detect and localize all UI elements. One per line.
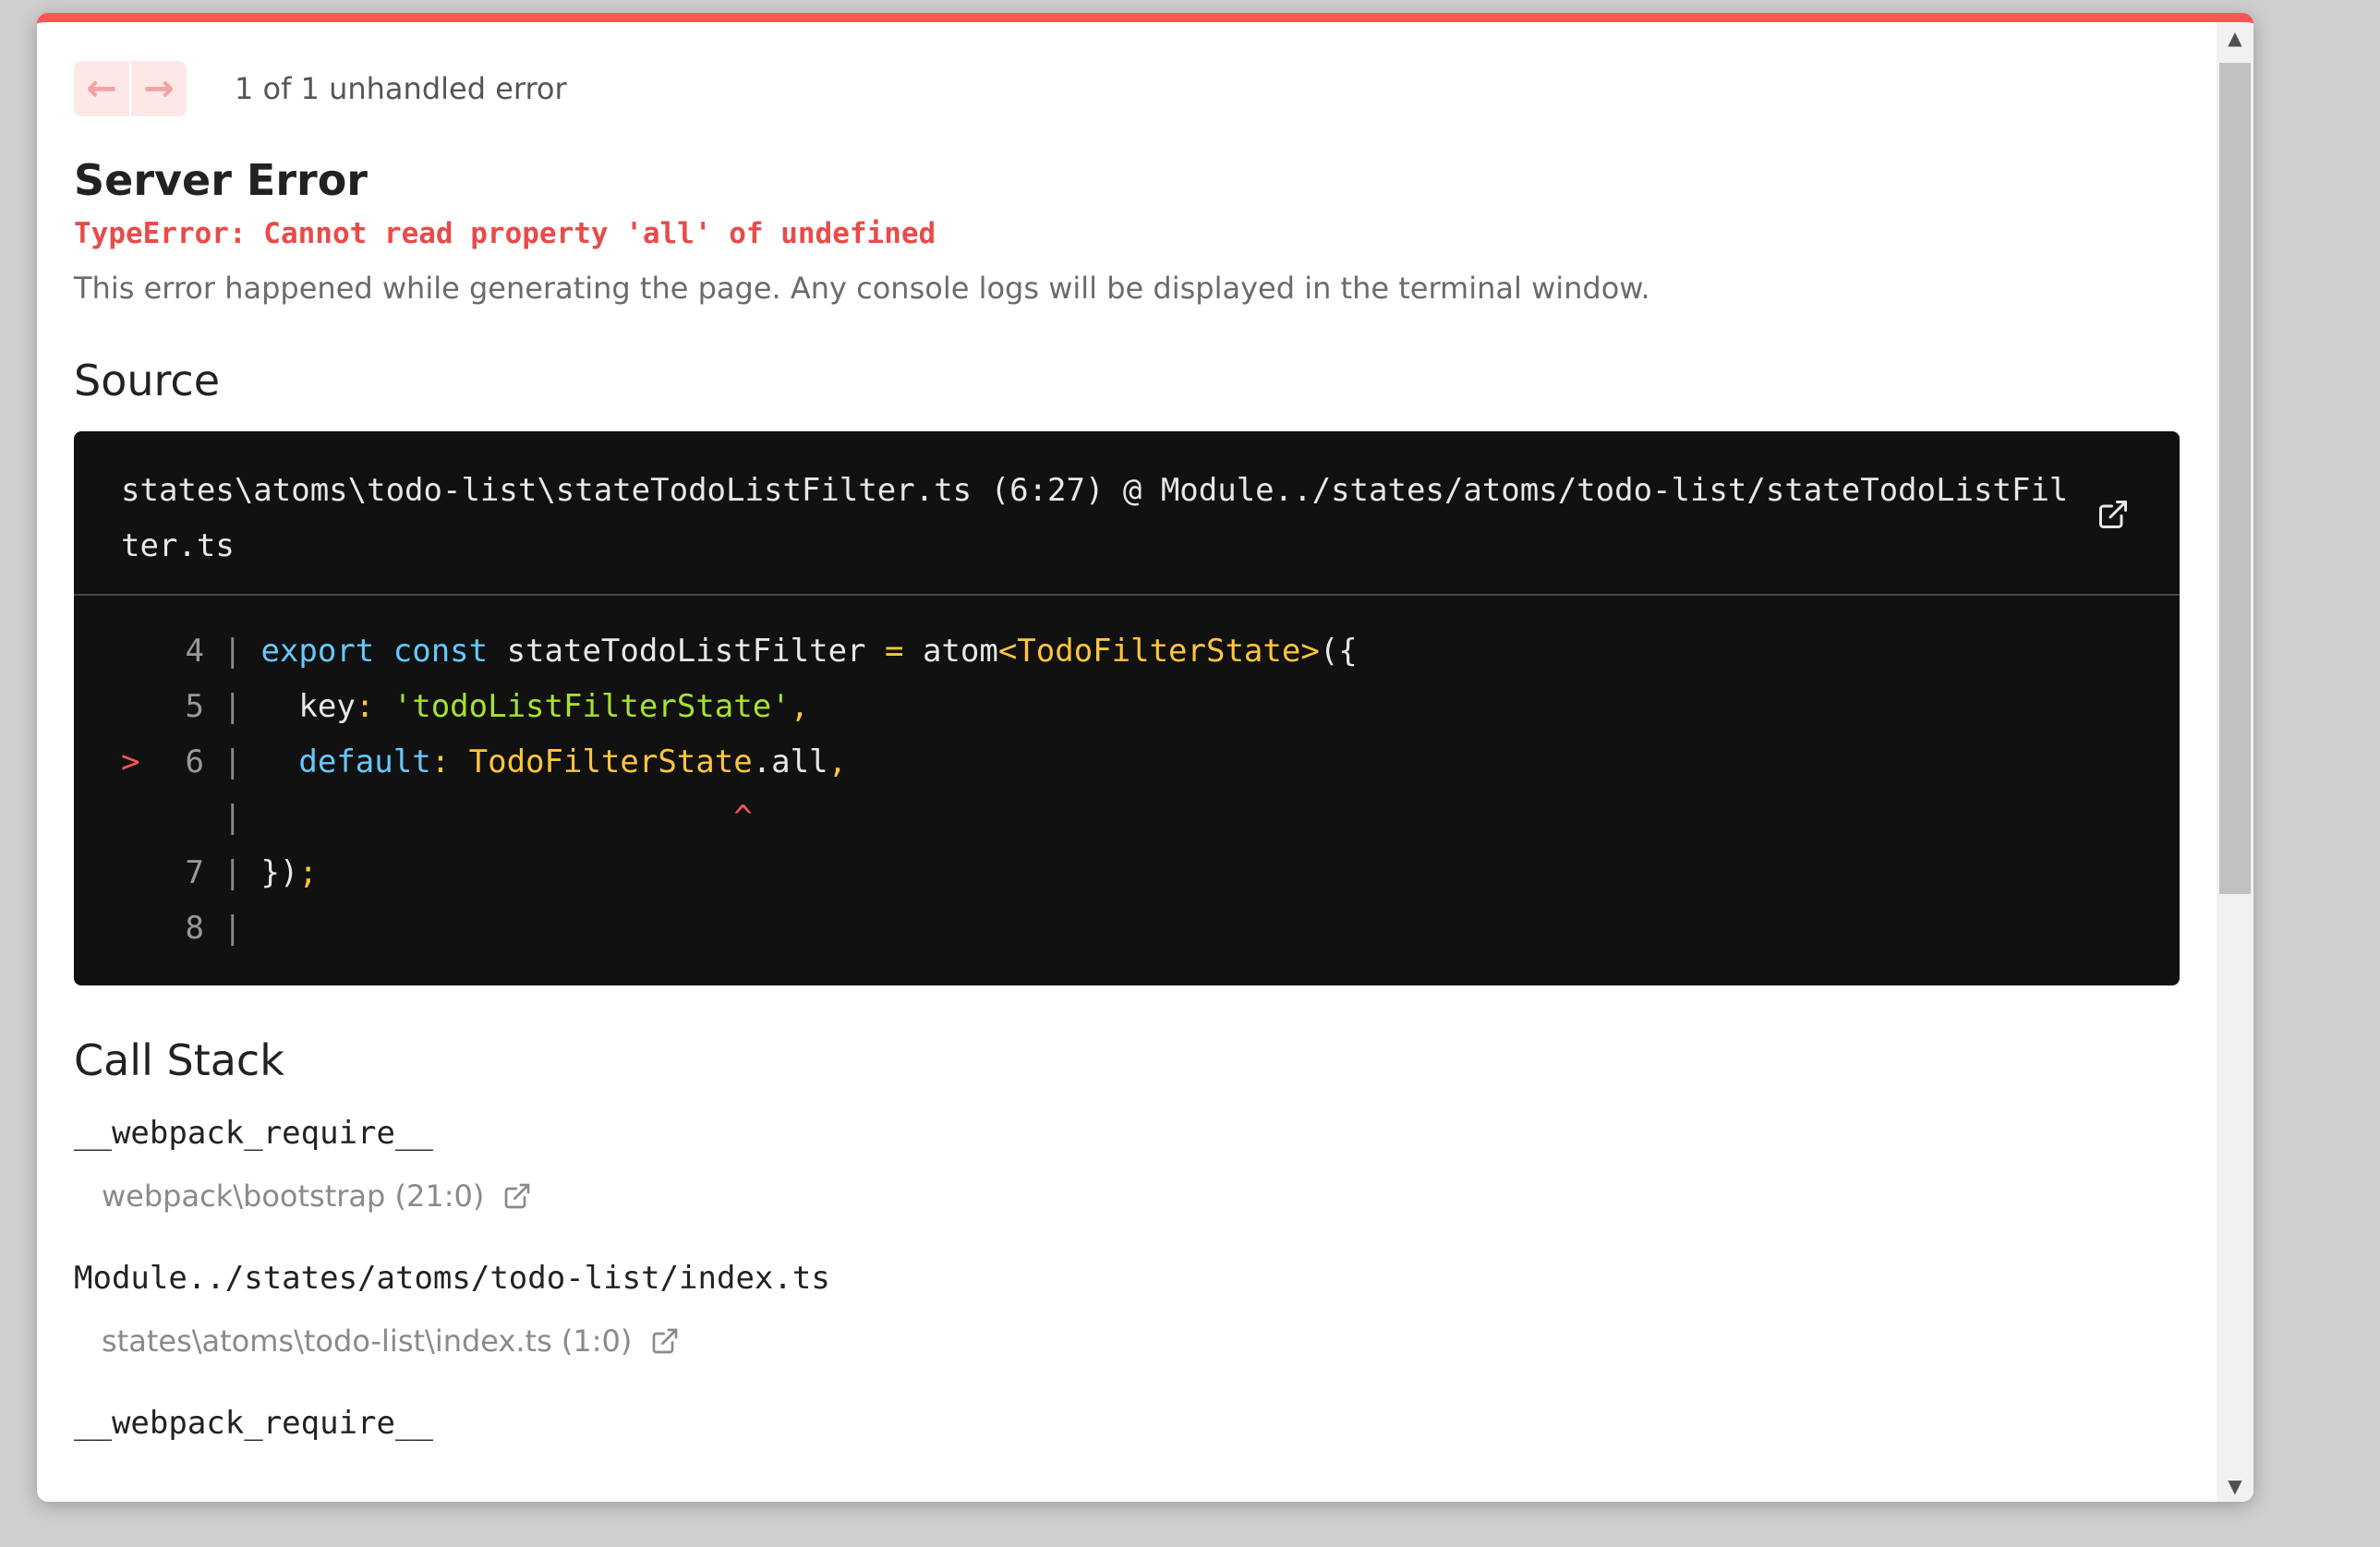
- error-title: Server Error: [74, 155, 368, 205]
- stack-frame-function: Module../states/atoms/todo-list/index.ts: [74, 1260, 830, 1298]
- error-pagination: ← → 1 of 1 unhandled error: [74, 61, 2180, 116]
- scroll-up-arrow-icon[interactable]: ▲: [2217, 22, 2253, 54]
- code-line: 7 | });: [185, 854, 318, 892]
- stack-frame-function: __webpack_require__: [74, 1115, 433, 1153]
- error-overlay-dialog: ← → 1 of 1 unhandled error Server Error …: [37, 13, 2253, 1502]
- source-file-label[interactable]: states\atoms\todo-list\stateTodoListFilt…: [121, 463, 2069, 574]
- stack-frame-location-text[interactable]: states\atoms\todo-list\index.ts (1:0): [102, 1323, 632, 1359]
- code-lines: 4 | export const stateTodoListFilter = a…: [74, 596, 2180, 956]
- error-line-marker: >: [121, 743, 140, 781]
- code-frame: states\atoms\todo-list\stateTodoListFilt…: [74, 431, 2180, 986]
- code-line-caret: | ^: [223, 799, 753, 837]
- stack-frame-location-text[interactable]: webpack\bootstrap (21:0): [102, 1178, 484, 1214]
- stack-frame-function: __webpack_require__: [74, 1404, 433, 1442]
- external-link-icon[interactable]: [502, 1181, 532, 1211]
- code-line: 8 |: [185, 910, 242, 948]
- error-overlay-content: ← → 1 of 1 unhandled error Server Error …: [37, 22, 2217, 1502]
- call-stack-heading: Call Stack: [74, 1035, 284, 1086]
- external-link-icon[interactable]: [650, 1326, 680, 1356]
- scroll-down-arrow-icon[interactable]: ▼: [2217, 1470, 2253, 1502]
- code-line: 5 | key: 'todoListFilterState',: [185, 688, 810, 726]
- stack-frame-location[interactable]: webpack\bootstrap (21:0): [102, 1178, 2180, 1214]
- code-line-highlighted: >6 | default: TodoFilterState.all,: [121, 734, 2180, 790]
- source-heading: Source: [74, 356, 220, 406]
- vertical-scrollbar[interactable]: ▲ ▼: [2217, 22, 2253, 1502]
- error-counter: 1 of 1 unhandled error: [235, 71, 567, 106]
- code-line: 4 | export const stateTodoListFilter = a…: [185, 633, 1358, 671]
- error-description: This error happened while generating the…: [74, 271, 1650, 306]
- arrow-left-icon[interactable]: ←: [74, 61, 129, 116]
- error-caret: ^: [733, 799, 753, 837]
- code-frame-header[interactable]: states\atoms\todo-list\stateTodoListFilt…: [74, 431, 2180, 597]
- stack-frame-location[interactable]: states\atoms\todo-list\index.ts (1:0): [102, 1323, 2180, 1359]
- error-message: TypeError: Cannot read property 'all' of…: [74, 217, 936, 250]
- scrollbar-thumb[interactable]: [2219, 63, 2251, 894]
- error-nav-buttons: ← →: [74, 61, 187, 116]
- external-link-icon[interactable]: [2096, 498, 2130, 531]
- arrow-right-icon[interactable]: →: [129, 61, 187, 116]
